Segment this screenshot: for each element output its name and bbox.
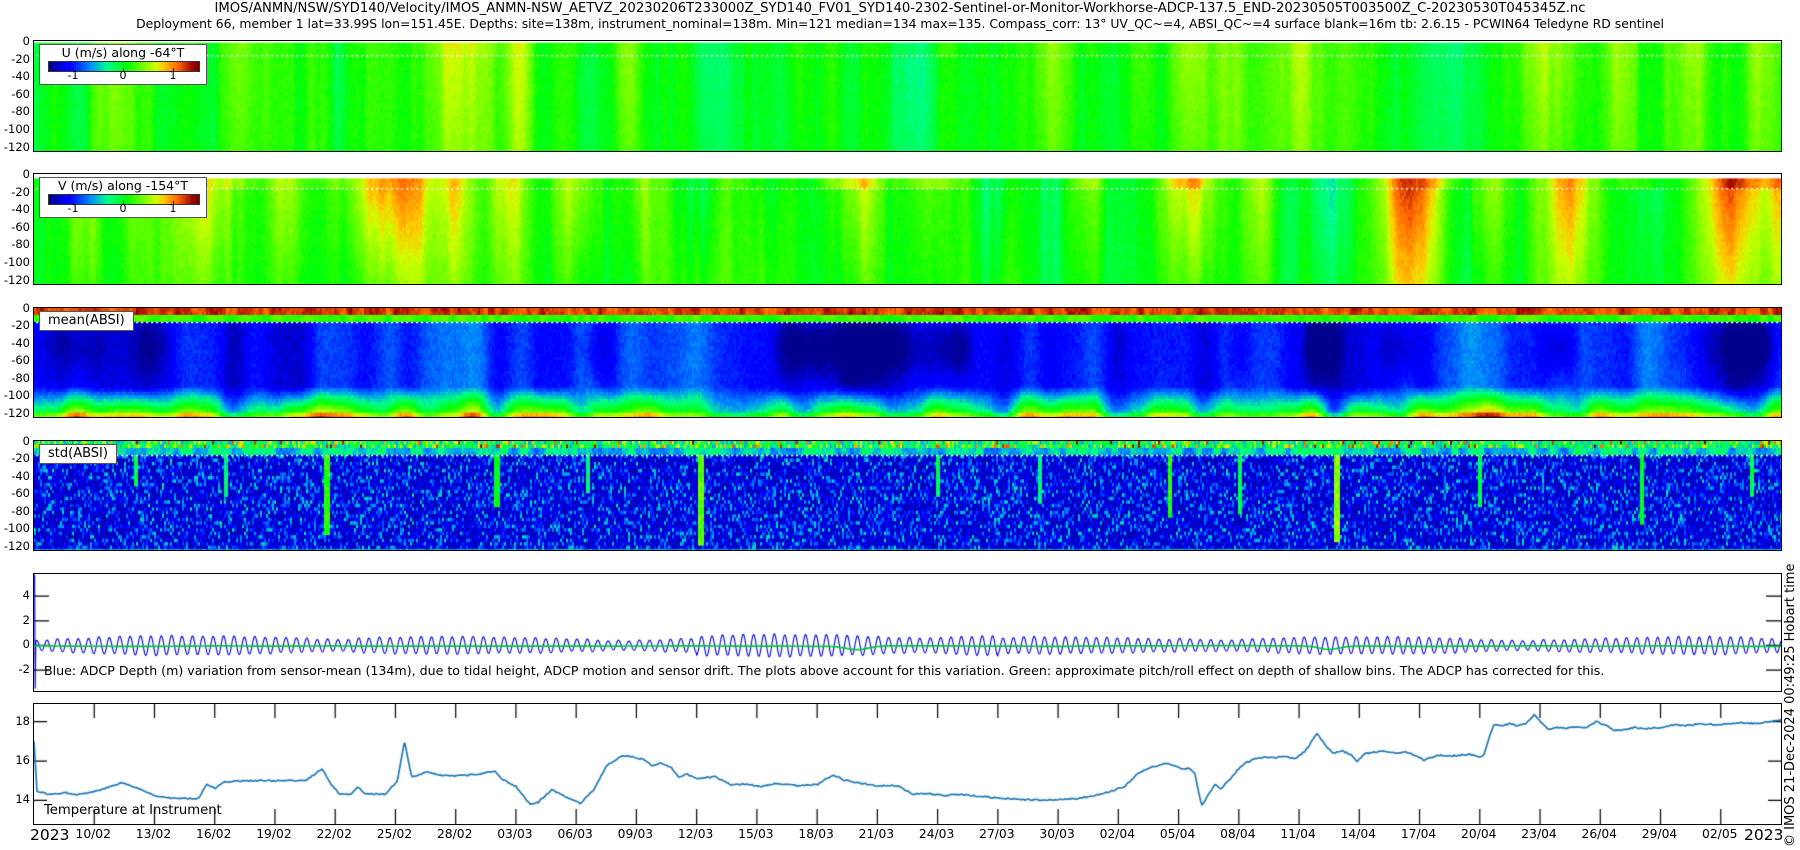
x-tick-label: 22/02 [316, 827, 352, 841]
y-tick-label: -100 [3, 255, 30, 269]
std-absi-heatmap [34, 441, 1781, 550]
y-tick-label: 0 [22, 34, 30, 48]
x-axis-year-left: 2023 [30, 826, 70, 844]
y-tick-label: -2 [18, 662, 30, 677]
y-tick-label: -60 [11, 486, 30, 501]
x-tick-label: 08/04 [1220, 827, 1256, 841]
x-tick-label: 03/03 [497, 827, 533, 841]
x-tick-label: 10/02 [75, 827, 111, 841]
y-tick-label: -80 [11, 104, 30, 119]
x-tick-label: 16/02 [195, 827, 232, 841]
x-tick-label: 02/04 [1099, 827, 1136, 841]
temperature-label: Temperature at Instrument [44, 803, 222, 818]
x-axis-year-right: 2023 [1744, 826, 1784, 844]
y-tick-label: -100 [3, 122, 30, 136]
colorbar-tick-label: 1 [169, 69, 177, 82]
colorbar-tick-label: -1 [67, 202, 79, 215]
y-tick-label: -120 [3, 139, 30, 154]
y-tick-label: 0 [22, 637, 30, 652]
y-tick-label: -20 [11, 51, 30, 66]
y-tick-label: -120 [3, 405, 30, 420]
x-tick-label: 15/03 [738, 827, 774, 841]
panel-depth-variation: Blue: ADCP Depth (m) variation from sens… [33, 573, 1782, 692]
y-tick-label: 0 [22, 167, 30, 181]
x-tick-label: 02/05 [1702, 827, 1738, 841]
panel-v-velocity: V (m/s) along -154°T -1 0 1 [33, 173, 1782, 285]
y-tick-label: 2 [22, 612, 30, 627]
x-tick-label: 19/02 [256, 827, 292, 841]
v-legend-title: V (m/s) along -154°T [57, 178, 189, 193]
y-tick-label: 14 [15, 792, 30, 807]
x-tick-label: 24/03 [918, 827, 955, 841]
colorbar-tick-label: 1 [169, 202, 177, 215]
x-tick-label: 30/03 [1039, 827, 1075, 841]
y-tick-label: -20 [11, 451, 30, 466]
y-tick-label: -40 [11, 69, 30, 84]
y-tick-label: 0 [22, 301, 30, 315]
y-tick-label: -120 [3, 272, 30, 287]
panel-u-velocity: U (m/s) along -64°T -1 0 1 [33, 40, 1782, 152]
panel-temperature: Temperature at Instrument [33, 703, 1782, 825]
x-tick-label: 27/03 [979, 827, 1015, 841]
y-tick-label: -60 [11, 353, 30, 368]
copyright-text: © IMOS 21-Dec-2024 00:49:25 Hobart time [1783, 563, 1798, 847]
y-tick-label: -120 [3, 538, 30, 553]
y-tick-label: -100 [3, 388, 30, 403]
colorbar-tick-label: -1 [67, 69, 79, 82]
y-tick-label: -60 [11, 219, 30, 234]
y-tick-label: -20 [11, 318, 30, 333]
adcp-deployment-figure: IMOS/ANMN/NSW/SYD140/Velocity/IMOS_ANMN-… [0, 0, 1800, 850]
y-tick-label: -20 [11, 184, 30, 199]
u-colorbar-legend: U (m/s) along -64°T -1 0 1 [39, 44, 207, 85]
y-tick-label: -80 [11, 370, 30, 385]
x-tick-label: 13/02 [135, 827, 172, 841]
y-tick-label: -40 [11, 335, 30, 350]
figure-header: IMOS/ANMN/NSW/SYD140/Velocity/IMOS_ANMN-… [60, 1, 1740, 31]
mean-absi-label: mean(ABSI) [39, 311, 134, 331]
y-tick-label: -40 [11, 202, 30, 217]
y-tick-label: 4 [22, 588, 30, 603]
v-colorbar-ticks: -1 0 1 [48, 201, 198, 216]
x-tick-label: 23/04 [1521, 827, 1557, 841]
y-tick-label: -80 [11, 503, 30, 518]
x-tick-label: 11/04 [1280, 827, 1316, 841]
v-colorbar-legend: V (m/s) along -154°T -1 0 1 [39, 177, 207, 218]
v-velocity-heatmap [34, 174, 1781, 284]
x-tick-label: 25/02 [376, 827, 413, 841]
x-tick-label: 05/04 [1159, 827, 1196, 841]
x-tick-label: 12/03 [677, 827, 714, 841]
panel-mean-absi: mean(ABSI) [33, 307, 1782, 418]
y-tick-label: 0 [22, 434, 30, 448]
colorbar-tick-label: 0 [119, 202, 127, 215]
x-tick-label: 29/04 [1641, 827, 1678, 841]
x-tick-label: 14/04 [1340, 827, 1377, 841]
std-absi-label: std(ABSI) [39, 444, 117, 464]
x-tick-label: 17/04 [1400, 827, 1437, 841]
mean-absi-heatmap [34, 308, 1781, 417]
u-colorbar-ticks: -1 0 1 [48, 68, 198, 83]
x-tick-label: 26/04 [1581, 827, 1617, 841]
x-tick-label: 21/03 [858, 827, 895, 841]
y-tick-label: -60 [11, 86, 30, 101]
x-tick-label: 28/02 [436, 827, 473, 841]
y-tick-label: 16 [15, 753, 30, 768]
y-tick-label: 18 [15, 713, 30, 728]
temperature-line-chart [34, 704, 1781, 824]
u-legend-title: U (m/s) along -64°T [61, 45, 185, 60]
y-tick-label: -80 [11, 237, 30, 252]
x-tick-label: 09/03 [617, 827, 654, 841]
figure-title-line1: IMOS/ANMN/NSW/SYD140/Velocity/IMOS_ANMN-… [214, 1, 1586, 16]
depth-variation-annotation: Blue: ADCP Depth (m) variation from sens… [44, 663, 1605, 678]
x-tick-label: 20/04 [1461, 827, 1497, 841]
colorbar-tick-label: 0 [119, 69, 127, 82]
panel-std-absi: std(ABSI) [33, 440, 1782, 551]
y-tick-label: -40 [11, 468, 30, 483]
x-tick-label: 18/03 [798, 827, 834, 841]
x-tick-label: 06/03 [557, 827, 593, 841]
y-tick-label: -100 [3, 521, 30, 536]
u-velocity-heatmap [34, 41, 1781, 151]
figure-title-line2: Deployment 66, member 1 lat=33.99S lon=1… [136, 16, 1664, 31]
